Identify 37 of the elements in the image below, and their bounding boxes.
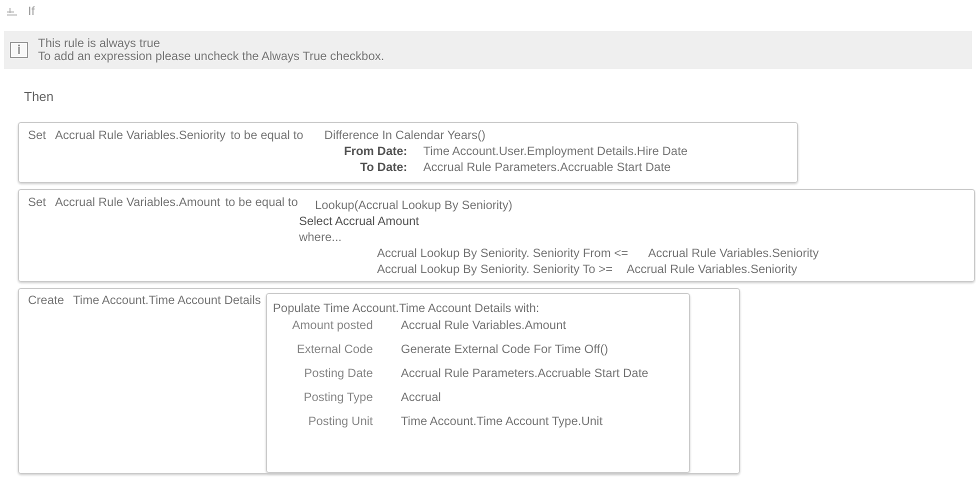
condition-left[interactable]: Accrual Lookup By Seniority. Seniority To >=: [376, 261, 613, 277]
condition-right[interactable]: Accrual Rule Variables.Seniority: [626, 261, 798, 277]
action-verb: Set: [28, 128, 46, 142]
function-name[interactable]: Difference In Calendar Years(): [322, 127, 688, 143]
field-value[interactable]: Accrual Rule Parameters.Accruable Start Date: [400, 366, 683, 380]
param-label: To Date:: [359, 159, 408, 175]
field-label: Posting Unit: [307, 414, 373, 428]
if-label: If: [28, 4, 35, 18]
field-label: Posting Type: [302, 390, 373, 404]
operator-text: to be equal to: [225, 195, 298, 209]
field-value[interactable]: Accrual Rule Variables.Amount: [400, 318, 683, 332]
collapse-icon[interactable]: [6, 6, 18, 16]
condition-left[interactable]: Accrual Lookup By Seniority. Seniority From <=: [376, 245, 628, 261]
info-message: To add an expression please uncheck the Always True checkbox.: [38, 50, 384, 63]
where-text: where...: [298, 229, 343, 245]
param-value[interactable]: Time Account.User.Employment Details.Hire Date: [423, 143, 688, 159]
operator-text: to be equal to: [230, 128, 304, 142]
function-name[interactable]: Lookup(Accrual Lookup By Seniority): [298, 197, 819, 213]
populate-title: Populate Time Account.Time Account Details with:: [272, 301, 540, 315]
param-label: From Date:: [342, 143, 408, 159]
action-target[interactable]: Accrual Rule Variables.Seniority: [55, 128, 226, 142]
field-value[interactable]: Time Account.Time Account Type.Unit: [400, 414, 683, 428]
field-value[interactable]: Accrual: [400, 390, 683, 404]
info-title: This rule is always true: [38, 37, 162, 50]
then-label: Then: [24, 89, 55, 104]
field-label: Posting Date: [303, 366, 373, 380]
field-label: External Code: [296, 342, 373, 356]
action-verb: Set: [28, 195, 46, 209]
action-target[interactable]: Time Account.Time Account Details: [73, 293, 261, 307]
field-label: Amount posted: [291, 318, 373, 332]
field-value[interactable]: Generate External Code For Time Off(): [400, 342, 683, 356]
action-verb: Create: [28, 293, 64, 307]
info-icon: [10, 42, 28, 58]
condition-right[interactable]: Accrual Rule Variables.Seniority: [648, 245, 819, 261]
action-target[interactable]: Accrual Rule Variables.Amount: [55, 195, 220, 209]
select-text: Select Accrual Amount: [298, 213, 420, 229]
param-value[interactable]: Accrual Rule Parameters.Accruable Start Date: [423, 159, 671, 175]
